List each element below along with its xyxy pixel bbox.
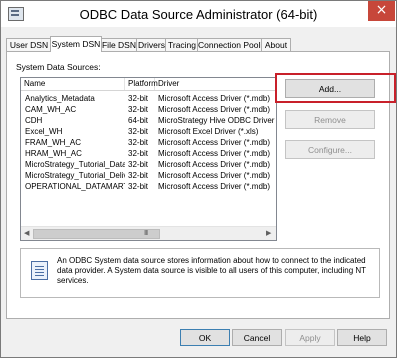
ok-button[interactable]: OK [180, 329, 230, 346]
info-text: An ODBC System data source stores inform… [57, 256, 366, 285]
list-header: Name Platform Driver [21, 78, 276, 91]
row-name: FRAM_WH_AC [25, 138, 82, 147]
scroll-left-icon[interactable]: ◀ [24, 229, 29, 237]
row-name: Excel_WH [25, 127, 63, 136]
scroll-grip-icon: III [144, 229, 148, 237]
list-item[interactable]: CDH 64-bit MicroStrategy Hive ODBC Drive… [21, 115, 276, 126]
list-item[interactable]: MicroStrategy_Tutorial_Data 32-bit Micro… [21, 159, 276, 170]
scrollbar-thumb[interactable] [33, 229, 160, 239]
list-item[interactable]: Analytics_Metadata 32-bit Microsoft Acce… [21, 93, 276, 104]
row-name: Analytics_Metadata [25, 94, 95, 103]
tab-user-dsn[interactable]: User DSN [6, 38, 52, 51]
apply-button[interactable]: Apply [285, 329, 335, 346]
row-platform: 32-bit [128, 171, 149, 180]
row-platform: 32-bit [128, 160, 149, 169]
row-platform: 32-bit [128, 149, 149, 158]
list-item[interactable]: Excel_WH 32-bit Microsoft Excel Driver (… [21, 126, 276, 137]
tab-drivers[interactable]: Drivers [136, 38, 167, 51]
scroll-right-icon[interactable]: ▶ [266, 229, 271, 237]
list-item[interactable]: FRAM_WH_AC 32-bit Microsoft Access Drive… [21, 137, 276, 148]
row-name: MicroStrategy_Tutorial_Delivery [25, 171, 125, 180]
system-data-sources-label: System Data Sources: [16, 62, 101, 72]
column-header-driver[interactable]: Driver [155, 78, 276, 90]
row-driver: MicroStrategy Hive ODBC Driver [158, 116, 275, 125]
tab-tracing[interactable]: Tracing [165, 38, 199, 51]
row-platform: 32-bit [128, 182, 149, 191]
row-platform: 32-bit [128, 138, 149, 147]
info-box: An ODBC System data source stores inform… [20, 248, 380, 298]
column-header-platform[interactable]: Platform [125, 78, 158, 90]
tab-system-dsn[interactable]: System DSN [50, 36, 102, 52]
list-item[interactable]: CAM_WH_AC 32-bit Microsoft Access Driver… [21, 104, 276, 115]
row-name: CDH [25, 116, 43, 125]
row-platform: 32-bit [128, 127, 149, 136]
row-platform: 32-bit [128, 94, 149, 103]
row-driver: Microsoft Access Driver (*.mdb) [158, 105, 271, 114]
help-button[interactable]: Help [337, 329, 387, 346]
list-item[interactable]: HRAM_WH_AC 32-bit Microsoft Access Drive… [21, 148, 276, 159]
window-title: ODBC Data Source Administrator (64-bit) [79, 7, 318, 22]
row-driver: Microsoft Excel Driver (*.xls) [158, 127, 259, 136]
row-driver: Microsoft Access Driver (*.mdb) [158, 171, 271, 180]
row-name: MicroStrategy_Tutorial_Data [25, 160, 125, 169]
row-name: CAM_WH_AC [25, 105, 77, 114]
row-name: HRAM_WH_AC [25, 149, 82, 158]
tab-connection-pooling[interactable]: Connection Pooling [197, 38, 272, 51]
row-platform: 32-bit [128, 105, 149, 114]
horizontal-scrollbar[interactable]: ◀ III ▶ [21, 226, 276, 240]
add-button[interactable]: Add... [285, 79, 375, 98]
remove-button[interactable]: Remove [285, 110, 375, 129]
row-platform: 64-bit [128, 116, 149, 125]
close-button[interactable]: × [368, 1, 395, 21]
row-driver: Microsoft Access Driver (*.mdb) [158, 149, 271, 158]
row-name: OPERATIONAL_DATAMART [25, 182, 125, 191]
row-driver: Microsoft Access Driver (*.mdb) [158, 94, 271, 103]
title-bar: ODBC Data Source Administrator (64-bit) … [1, 1, 396, 27]
tab-about[interactable]: About [261, 38, 291, 51]
column-header-name[interactable]: Name [21, 78, 125, 90]
cancel-button[interactable]: Cancel [232, 329, 282, 346]
data-source-info-icon [31, 261, 48, 280]
data-sources-list[interactable]: Name Platform Driver Analytics_Metadata … [20, 77, 277, 241]
configure-button[interactable]: Configure... [285, 140, 375, 159]
row-driver: Microsoft Access Driver (*.mdb) [158, 138, 271, 147]
row-driver: Microsoft Access Driver (*.mdb) [158, 182, 271, 191]
tab-file-dsn[interactable]: File DSN [100, 38, 138, 51]
list-item[interactable]: MicroStrategy_Tutorial_Delivery 32-bit M… [21, 170, 276, 181]
list-item[interactable]: OPERATIONAL_DATAMART 32-bit Microsoft Ac… [21, 181, 276, 192]
row-driver: Microsoft Access Driver (*.mdb) [158, 160, 271, 169]
